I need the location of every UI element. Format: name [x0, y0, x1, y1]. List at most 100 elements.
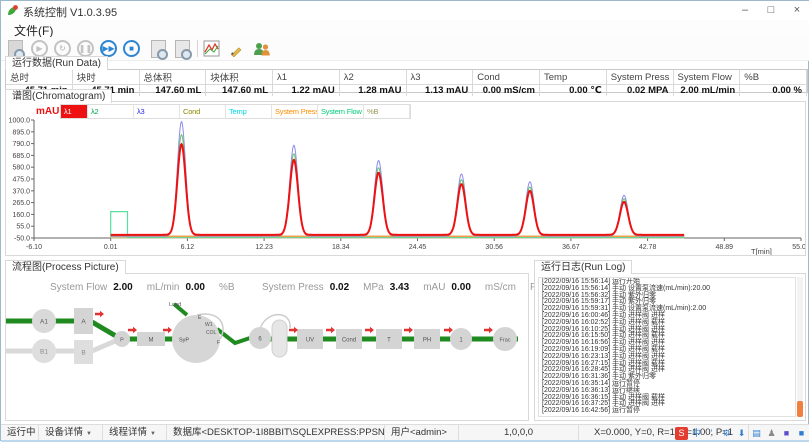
app2-icon[interactable]: ■ — [795, 427, 808, 440]
run-data-header-cell: 块体积 — [206, 70, 273, 85]
run-data-header-row: 总时块时总体积块体积λ1λ2λ3CondTempSystem PressSyst… — [6, 70, 807, 85]
run-data-header-cell: System Press — [607, 70, 674, 85]
close-button[interactable]: × — [784, 1, 809, 20]
series-λ2 — [111, 135, 684, 236]
series-λ1 — [111, 144, 684, 235]
column[interactable] — [272, 320, 287, 357]
app1-icon[interactable]: ■ — [780, 427, 793, 440]
process-status-label: %B — [219, 282, 235, 293]
label-m: M — [149, 338, 154, 344]
run-log-list[interactable]: [2022/09/16 15:56:14] 运行开始[2022/09/16 15… — [538, 277, 796, 417]
process-status-label: System Press — [262, 282, 324, 293]
process-status-value: 0.00 — [186, 282, 205, 293]
y-tick-label: 55.0 — [16, 224, 30, 231]
toolbar: ▶ ↻ ❚❚ ▶▶ ■ — [1, 37, 809, 61]
y-tick-label: 790.0 — [12, 141, 30, 148]
chevron-down-icon: ▼ — [86, 431, 92, 437]
process-status-label: MPa — [363, 282, 384, 293]
x-tick-label: 42.78 — [639, 244, 657, 251]
run-data-value-cell: 0.00 mS/cm — [473, 85, 540, 96]
process-status-value: 2.00 — [113, 282, 132, 293]
user-info: 用户<admin> — [385, 425, 459, 441]
label-a1: A1 — [40, 319, 48, 326]
y-tick-label: 580.0 — [12, 165, 30, 172]
run-data-header-cell: Cond — [473, 70, 540, 85]
run-data-table: 总时块时总体积块体积λ1λ2λ3CondTempSystem PressSyst… — [5, 69, 808, 93]
window-title: 系统控制 V1.0.3.95 — [23, 4, 117, 20]
database-info: 数据库<DESKTOP-1I8BBIT\SQLEXPRESS:PPSN> — [167, 425, 385, 441]
label-uv: UV — [306, 338, 314, 344]
tray-icons: S中’⚙⬇▤♟■■ — [675, 426, 808, 440]
run-data-value-cell: 0.00 % — [740, 85, 807, 96]
x-tick-label: 12.23 — [255, 244, 273, 251]
run-data-header-cell: 总体积 — [140, 70, 207, 85]
thread-detail-dropdown[interactable]: 线程详情▼ — [103, 425, 167, 441]
run-log-panel: [2022/09/16 15:56:14] 运行开始[2022/09/16 15… — [534, 273, 806, 421]
run-data-value-cell: 0.02 MPA — [607, 85, 674, 96]
label-col: COL — [206, 330, 217, 336]
label-b: B — [81, 350, 85, 357]
label-a: A — [81, 319, 86, 326]
label-p: P — [120, 338, 124, 344]
y-tick-label: 1000.0 — [9, 118, 31, 125]
run-data-value-cell: 0.00 ℃ — [540, 85, 607, 96]
keyboard-icon[interactable]: ▤ — [750, 427, 763, 440]
y-tick-label: 370.0 — [12, 188, 30, 195]
chart-icon[interactable] — [201, 38, 222, 59]
run-data-tab: 运行数据(Run Data) — [5, 56, 108, 70]
process-diagram: A1 A B1 B P M SyP Load E W1 COL F 6 UV C… — [6, 298, 528, 420]
run-data-header-cell: 总时 — [6, 70, 73, 85]
maximize-button[interactable]: □ — [758, 1, 784, 20]
log-entry: [2022/09/16 16:42:56] 运行暂停 — [542, 408, 795, 415]
chevron-down-icon: ▼ — [150, 431, 156, 437]
x-tick-label: 6.12 — [181, 244, 195, 251]
run-log-tab: 运行日志(Run Log) — [534, 260, 632, 274]
run-data-value-cell: 147.60 mL — [206, 85, 273, 96]
export-data-icon[interactable] — [172, 38, 193, 59]
run-log-scrollbar[interactable] — [797, 277, 803, 417]
label-load: Load — [169, 302, 181, 308]
device-detail-dropdown[interactable]: 设备详情▼ — [39, 425, 103, 441]
run-data-header-cell: %B — [740, 70, 807, 85]
status-bar: 运行中 设备详情▼ 线程详情▼ 数据库<DESKTOP-1I8BBIT\SQLE… — [1, 424, 809, 441]
run-log-scrollbar-thumb[interactable] — [797, 401, 803, 417]
label-cond: Cond — [342, 338, 356, 344]
input-lang-icon[interactable]: 中 — [690, 427, 703, 440]
process-status-value: 0.00 — [451, 282, 470, 293]
process-panel: System Flow2.00mL/min0.00%B System Press… — [5, 273, 529, 421]
run-data-value-cell: 2.00 mL/min — [674, 85, 741, 96]
x-tick-label: 36.67 — [562, 244, 580, 251]
tool-icon[interactable]: ♟ — [765, 427, 778, 440]
counters: 1,0,0,0 — [459, 425, 579, 441]
users-icon[interactable] — [251, 38, 272, 59]
settings-icon[interactable]: ⚙ — [720, 427, 733, 440]
chromatogram-chart[interactable]: 1000.0895.0790.0685.0580.0475.0370.0265.… — [6, 116, 805, 255]
x-axis-label: T[min] — [751, 247, 772, 255]
edit-icon[interactable] — [226, 38, 247, 59]
sogou-icon[interactable]: S — [675, 427, 688, 440]
run-data-header-cell: Temp — [540, 70, 607, 85]
series-λ3 — [111, 122, 684, 236]
process-status-label: mL/min — [147, 282, 180, 293]
label-syp: SyP — [179, 338, 189, 344]
run-state: 运行中 — [1, 425, 39, 441]
label-b1: B1 — [40, 349, 48, 356]
y-tick-label: 685.0 — [12, 153, 30, 160]
menu-bar: 文件(F) — [1, 20, 809, 37]
process-status-value: 3.43 — [390, 282, 409, 293]
minimize-button[interactable]: – — [732, 1, 758, 20]
chromatogram-tab: 谱图(Chromatogram) — [5, 89, 112, 103]
stop-icon[interactable]: ■ — [121, 38, 142, 59]
toolbar-separator — [197, 40, 198, 57]
run-data-header-cell: λ3 — [407, 70, 474, 85]
punctuation-icon[interactable]: ’ — [705, 427, 718, 440]
series-System Flow — [111, 212, 685, 238]
run-data-value-cell: 1.22 mAU — [273, 85, 340, 96]
x-tick-label: 30.56 — [485, 244, 503, 251]
run-data-value-cell: 1.13 mAU — [407, 85, 474, 96]
y-tick-label: 475.0 — [12, 177, 30, 184]
x-tick-label: 55.00 — [792, 244, 805, 251]
process-tab: 流程图(Process Picture) — [5, 260, 126, 274]
download-icon[interactable]: ⬇ — [735, 427, 748, 440]
report-icon[interactable] — [148, 38, 169, 59]
